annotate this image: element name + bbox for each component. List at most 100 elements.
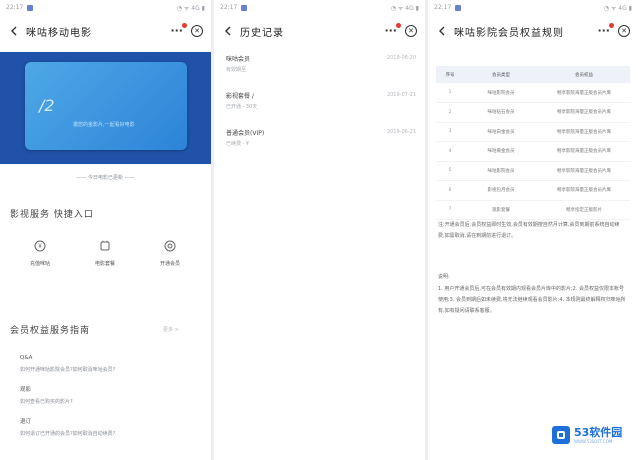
table-cell: 畅享影院海量正版会员片库 <box>538 83 630 103</box>
package-icon <box>99 240 111 252</box>
status-bar: 22:17 ◔ ᯤ 4G ▮ <box>428 0 638 15</box>
table-row: 3 咪咕白金会员 畅享影院海量正版会员片库 <box>436 122 630 142</box>
record-time: 2019-08-20 <box>386 55 416 61</box>
record-name: 咪咕会员 <box>226 56 251 63</box>
guide-more-link[interactable]: 更多 > <box>163 326 179 333</box>
panel-history: 22:17 ◔ ᯤ 4G ▮ 历史记录 ··· ✕ 咪咕会员 有效期至 2019… <box>214 0 425 460</box>
table-cell: 咪咕黄金会员 <box>464 141 538 162</box>
table-cell: 6 <box>436 180 464 201</box>
nav-bar: 咪咕移动电影 ··· ✕ <box>0 15 211 47</box>
guide-item[interactable]: 退订 如何退订已开通的会员?如何取消自动续费? <box>20 417 200 437</box>
chevron-left-icon <box>225 26 231 36</box>
record-item[interactable]: 咪咕会员 有效期至 2019-08-20 <box>226 48 416 85</box>
record-list: 咪咕会员 有效期至 2019-08-20 影视套餐 / 已开通 · 30天 20… <box>226 48 416 159</box>
guide-question: 观影 <box>20 387 32 393</box>
page-title: 咪咕移动电影 <box>26 27 92 39</box>
status-bar: 22:17 ◔ ᯤ 4G ▮ <box>0 0 211 15</box>
table-header: 会员类型 <box>464 66 538 83</box>
status-indicators: ◔ ᯤ 4G ▮ <box>603 4 632 12</box>
guide-list: Q&A 如何开通咪咕影院会员?如何取消咪咕会员? 观影 如何查看已购买的影片? … <box>20 355 200 449</box>
table-cell: 畅享影院海量正版会员片库 <box>538 102 630 123</box>
card-number: /2 <box>39 96 55 115</box>
table-row: 4 咪咕黄金会员 畅享影院海量正版会员片库 <box>436 141 630 162</box>
status-time: 22:17 <box>6 4 24 11</box>
table-header-row: 序号 会员类型 会员权益 <box>436 66 630 83</box>
close-icon[interactable]: ✕ <box>405 25 417 37</box>
more-menu-icon[interactable]: ··· <box>597 23 614 36</box>
table-cell: 观影套餐 <box>464 200 538 220</box>
guide-answer: 如何查看已购买的影片? <box>20 399 73 405</box>
notification-dot <box>609 23 614 28</box>
status-time: 22:17 <box>434 4 452 11</box>
quick-entry-title: 影视服务 快捷入口 <box>10 210 94 220</box>
quick-item-label: 充值咪咕 <box>29 261 50 267</box>
guide-answer: 如何开通咪咕影院会员?如何取消咪咕会员? <box>20 367 116 373</box>
table-cell: 畅享影院海量正版会员片库 <box>538 122 630 142</box>
svg-text:¥: ¥ <box>38 243 42 250</box>
chevron-left-icon <box>11 26 17 36</box>
membership-card[interactable]: /2 邀您的金影片,一起看好电影 <box>25 62 187 150</box>
record-name: 影视套餐 / <box>226 93 254 100</box>
table-header: 序号 <box>436 66 464 83</box>
table-cell: 咪咕钻石会员 <box>464 102 538 123</box>
table-cell: 咪咕白金会员 <box>464 122 538 142</box>
table-cell: 1 <box>436 83 464 103</box>
quick-item-vip[interactable]: 开通会员 <box>140 240 200 290</box>
guide-item[interactable]: Q&A 如何开通咪咕影院会员?如何取消咪咕会员? <box>20 355 200 373</box>
notification-dot <box>182 23 187 28</box>
quick-item-recharge[interactable]: ¥ 充值咪咕 <box>10 240 70 290</box>
table-row: 5 咪咕影院会员 畅享影院海量正版会员片库 <box>436 161 630 181</box>
record-item[interactable]: 影视套餐 / 已开通 · 30天 2019-07-21 <box>226 85 416 122</box>
record-meta: 有效期至 <box>226 67 247 73</box>
record-name: 普通会员(VIP) <box>226 130 265 137</box>
back-button[interactable] <box>222 25 234 37</box>
rules-table: 序号 会员类型 会员权益 1 咪咕影院会员 畅享影院海量正版会员片库 2 咪咕钻石会员… <box>436 66 630 220</box>
recharge-icon: ¥ <box>34 240 46 252</box>
record-time: 2019-07-21 <box>386 92 416 98</box>
membership-banner: /2 邀您的金影片,一起看好电影 <box>0 52 211 164</box>
app-notification-icon <box>455 4 462 11</box>
table-cell: 畅享影院海量正版会员片库 <box>538 141 630 162</box>
site-watermark: 53软件园 WWW.53SOFT.COM <box>552 418 634 452</box>
status-time: 22:17 <box>220 4 238 11</box>
table-cell: 4 <box>436 141 464 162</box>
table-row: 1 咪咕影院会员 畅享影院海量正版会员片库 <box>436 83 630 103</box>
guide-title: 会员权益服务指南 <box>10 326 91 336</box>
record-meta: 已开通 · 30天 <box>226 104 258 110</box>
record-meta: 已续费 · ¥ <box>226 141 249 147</box>
banner-caption: —— 今日电影已更新 —— <box>76 175 135 181</box>
rules-explain-text: 1. 用户开通会员后,可在会员有效期内观看会员片库中的影片;2. 会员权益仅限本… <box>438 286 626 314</box>
table-cell: 畅享影院海量正版会员片库 <box>538 161 630 181</box>
close-icon[interactable]: ✕ <box>618 25 630 37</box>
table-row: 2 咪咕钻石会员 畅享影院海量正版会员片库 <box>436 102 630 123</box>
table-cell: 7 <box>436 200 464 220</box>
table-header: 会员权益 <box>538 66 630 83</box>
guide-item[interactable]: 观影 如何查看已购买的影片? <box>20 385 200 405</box>
guide-answer: 如何退订已开通的会员?如何取消自动续费? <box>20 431 116 437</box>
watermark-brand: 53软件园 <box>574 425 623 439</box>
table-cell: 影视包月会员 <box>464 180 538 201</box>
status-bar: 22:17 ◔ ᯤ 4G ▮ <box>214 0 425 15</box>
record-item[interactable]: 普通会员(VIP) 已续费 · ¥ 2019-06-21 <box>226 122 416 159</box>
panel-home: 22:17 ◔ ᯤ 4G ▮ 咪咕移动电影 ··· ✕ /2 邀您的金影片,一起… <box>0 0 211 460</box>
card-slogan: 邀您的金影片,一起看好电影 <box>73 122 135 128</box>
more-menu-icon[interactable]: ··· <box>384 23 401 36</box>
rules-note: 注:开通会员后,会员权益即时生效,会员有效期按自然月计算,会员到期前系统自动续费… <box>438 222 620 239</box>
more-menu-icon[interactable]: ··· <box>170 23 187 36</box>
notification-dot <box>396 23 401 28</box>
quick-item-package[interactable]: 电影套餐 <box>75 240 135 290</box>
back-button[interactable] <box>8 25 20 37</box>
table-cell: 咪咕影院会员 <box>464 83 538 103</box>
table-row: 7 观影套餐 畅享指定正版影片 <box>436 200 630 220</box>
vip-icon <box>164 240 176 252</box>
status-indicators: ◔ ᯤ 4G ▮ <box>176 4 205 12</box>
back-button[interactable] <box>436 25 448 37</box>
guide-question: 退订 <box>20 419 32 425</box>
close-icon[interactable]: ✕ <box>191 25 203 37</box>
table-cell: 5 <box>436 161 464 181</box>
nav-bar: 咪咕影院会员权益规则 ··· ✕ <box>428 15 638 47</box>
watermark-logo-icon <box>552 426 570 444</box>
page-title: 咪咕影院会员权益规则 <box>454 27 564 39</box>
table-row: 6 影视包月会员 畅享影院海量正版会员片库 <box>436 180 630 201</box>
quick-item-label: 电影套餐 <box>94 261 115 267</box>
